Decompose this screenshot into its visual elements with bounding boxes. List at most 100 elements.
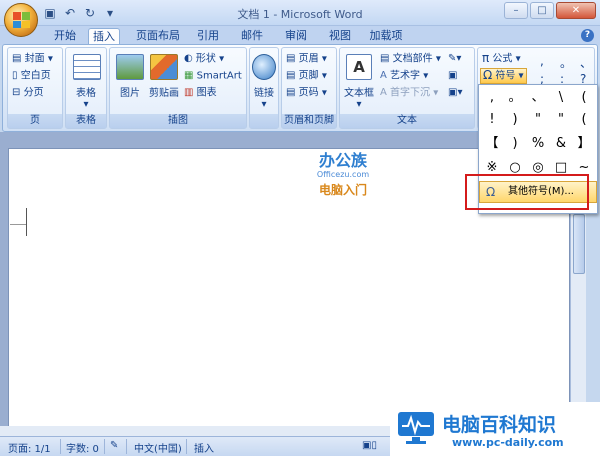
picture-button[interactable]: 图片	[112, 84, 148, 99]
tab-addins[interactable]: 加载项	[366, 28, 406, 45]
page-break-icon: ⊟	[12, 87, 21, 98]
group-header-footer: ▤ 页眉 ▾ ▤ 页脚 ▾ ▤ 页码 ▾ 页眉和页脚	[281, 47, 337, 129]
office-button[interactable]	[4, 3, 38, 37]
minimize-button[interactable]: –	[504, 2, 528, 19]
textbox-icon: A	[346, 54, 372, 80]
symbol-cell[interactable]: &	[550, 135, 572, 153]
table-icon	[73, 54, 101, 80]
smartart-icon: ▦	[184, 70, 194, 81]
watermark-site-url: www.pc-daily.com	[452, 436, 564, 449]
group-illustrations-label: 插图	[110, 114, 246, 128]
symbol-cell[interactable]: "	[527, 111, 549, 129]
clipart-icon	[150, 54, 178, 80]
symbol-cell[interactable]: !	[481, 111, 503, 129]
tab-insert[interactable]: 插入	[88, 28, 120, 45]
symbol-cell[interactable]: 、	[527, 89, 549, 107]
group-links-label	[250, 114, 278, 128]
footer-button[interactable]: ▤ 页脚 ▾	[286, 69, 327, 83]
blank-page-button[interactable]: ▯ 空白页	[12, 69, 51, 83]
office-logo-icon	[13, 12, 30, 28]
wordart-icon: A	[380, 70, 387, 81]
blank-page-icon: ▯	[12, 70, 18, 81]
cover-page-button[interactable]: ▤ 封面 ▾	[12, 52, 53, 66]
tab-page-layout[interactable]: 页面布局	[134, 28, 182, 45]
group-tables-label: 表格	[66, 114, 106, 128]
dropcap-icon: A	[380, 87, 387, 98]
view-buttons[interactable]: ▣▯	[362, 440, 377, 451]
omega-icon: Ω	[483, 68, 493, 82]
table-button[interactable]: 表格 ▾	[66, 84, 106, 110]
symbol-cell[interactable]: )	[504, 135, 526, 153]
tab-mailings[interactable]: 邮件	[238, 28, 266, 45]
text-cursor	[26, 208, 28, 236]
watermark-tag: 电脑入门	[318, 183, 367, 197]
scrollbar-thumb[interactable]	[573, 214, 585, 274]
group-tables: 表格 ▾ 表格	[65, 47, 107, 129]
symbol-cell[interactable]: %	[527, 135, 549, 153]
help-icon[interactable]: ?	[581, 29, 594, 42]
object-icon[interactable]: ▣▾	[448, 86, 462, 99]
tab-home[interactable]: 开始	[50, 28, 80, 45]
group-header-footer-label: 页眉和页脚	[282, 114, 336, 128]
symbol-cell[interactable]: )	[504, 111, 526, 129]
status-language[interactable]: 中文(中国)	[134, 440, 182, 455]
datetime-icon[interactable]: ▣	[448, 69, 457, 82]
group-text-label: 文本	[340, 114, 474, 128]
symbol-cell[interactable]: 、	[580, 54, 592, 71]
page-number-button[interactable]: ▤ 页码 ▾	[286, 86, 327, 100]
symbol-cell[interactable]: 。	[504, 89, 526, 107]
pi-icon: π	[482, 51, 490, 65]
watermark-title: 办公族	[318, 151, 367, 170]
margin-corner-mark	[10, 224, 26, 225]
textbox-button[interactable]: 文本框 ▾	[340, 84, 378, 110]
symbol-cell[interactable]: "	[550, 111, 572, 129]
symbol-cell[interactable]: 】	[573, 135, 595, 153]
smartart-button[interactable]: ▦ SmartArt	[184, 69, 242, 83]
quick-parts-button[interactable]: ▤ 文档部件 ▾	[380, 52, 441, 66]
tab-view[interactable]: 视图	[326, 28, 354, 45]
chart-button[interactable]: ▥ 图表	[184, 86, 217, 100]
proofing-icon[interactable]: ✎	[110, 440, 118, 451]
dropcap-button[interactable]: A 首字下沉 ▾	[380, 86, 438, 100]
header-button[interactable]: ▤ 页眉 ▾	[286, 52, 327, 66]
page-break-button[interactable]: ⊟ 分页	[12, 86, 44, 100]
link-button[interactable]: 链接 ▾	[250, 84, 278, 110]
watermark-pc-daily: 电脑百科知识 www.pc-daily.com	[390, 402, 600, 456]
status-page[interactable]: 页面: 1/1	[8, 440, 51, 455]
clipart-button[interactable]: 剪贴画	[146, 84, 182, 99]
tab-references[interactable]: 引用	[194, 28, 222, 45]
signature-line-icon[interactable]: ✎▾	[448, 52, 461, 65]
watermark-officezu: 办公族 Officezu.com 电脑入门	[298, 151, 388, 198]
group-text: A 文本框 ▾ ▤ 文档部件 ▾ A 艺术字 ▾ A 首字下沉 ▾ ✎▾ ▣ ▣▾…	[339, 47, 475, 129]
picture-icon	[116, 54, 144, 80]
maximize-button[interactable]: □	[530, 2, 554, 19]
status-word-count[interactable]: 字数: 0	[66, 440, 99, 455]
symbol-cell[interactable]: 。	[560, 54, 572, 71]
symbol-cell[interactable]: ,	[481, 89, 503, 107]
symbol-button[interactable]: Ω 符号 ▾	[480, 68, 527, 84]
link-globe-icon	[252, 54, 276, 80]
page-number-icon: ▤	[286, 87, 296, 98]
ribbon-tab-bar: 开始 插入 页面布局 引用 邮件 审阅 视图 加载项 ?	[0, 26, 600, 45]
shapes-icon: ◐	[184, 53, 193, 64]
chart-icon: ▥	[184, 87, 194, 98]
status-separator	[104, 439, 105, 454]
status-insert-mode[interactable]: 插入	[194, 440, 214, 455]
status-separator	[126, 439, 127, 454]
footer-icon: ▤	[286, 70, 296, 81]
equation-button[interactable]: π 公式 ▾	[482, 52, 521, 66]
symbol-cell[interactable]: ,	[540, 54, 544, 68]
shapes-button[interactable]: ◐ 形状 ▾	[184, 52, 224, 66]
highlight-annotation-box	[465, 174, 589, 210]
wordart-button[interactable]: A 艺术字 ▾	[380, 69, 428, 83]
monitor-logo-icon	[398, 412, 434, 444]
quick-parts-icon: ▤	[380, 53, 390, 64]
symbol-cell[interactable]: 【	[481, 135, 503, 153]
tab-review[interactable]: 审阅	[282, 28, 310, 45]
symbol-cell[interactable]: \	[550, 89, 572, 107]
close-button[interactable]: ✕	[556, 2, 596, 19]
symbol-cell[interactable]: (	[573, 89, 595, 107]
symbol-cell[interactable]: (	[573, 111, 595, 129]
group-pages-label: 页	[8, 114, 62, 128]
group-pages: ▤ 封面 ▾ ▯ 空白页 ⊟ 分页 页	[7, 47, 63, 129]
